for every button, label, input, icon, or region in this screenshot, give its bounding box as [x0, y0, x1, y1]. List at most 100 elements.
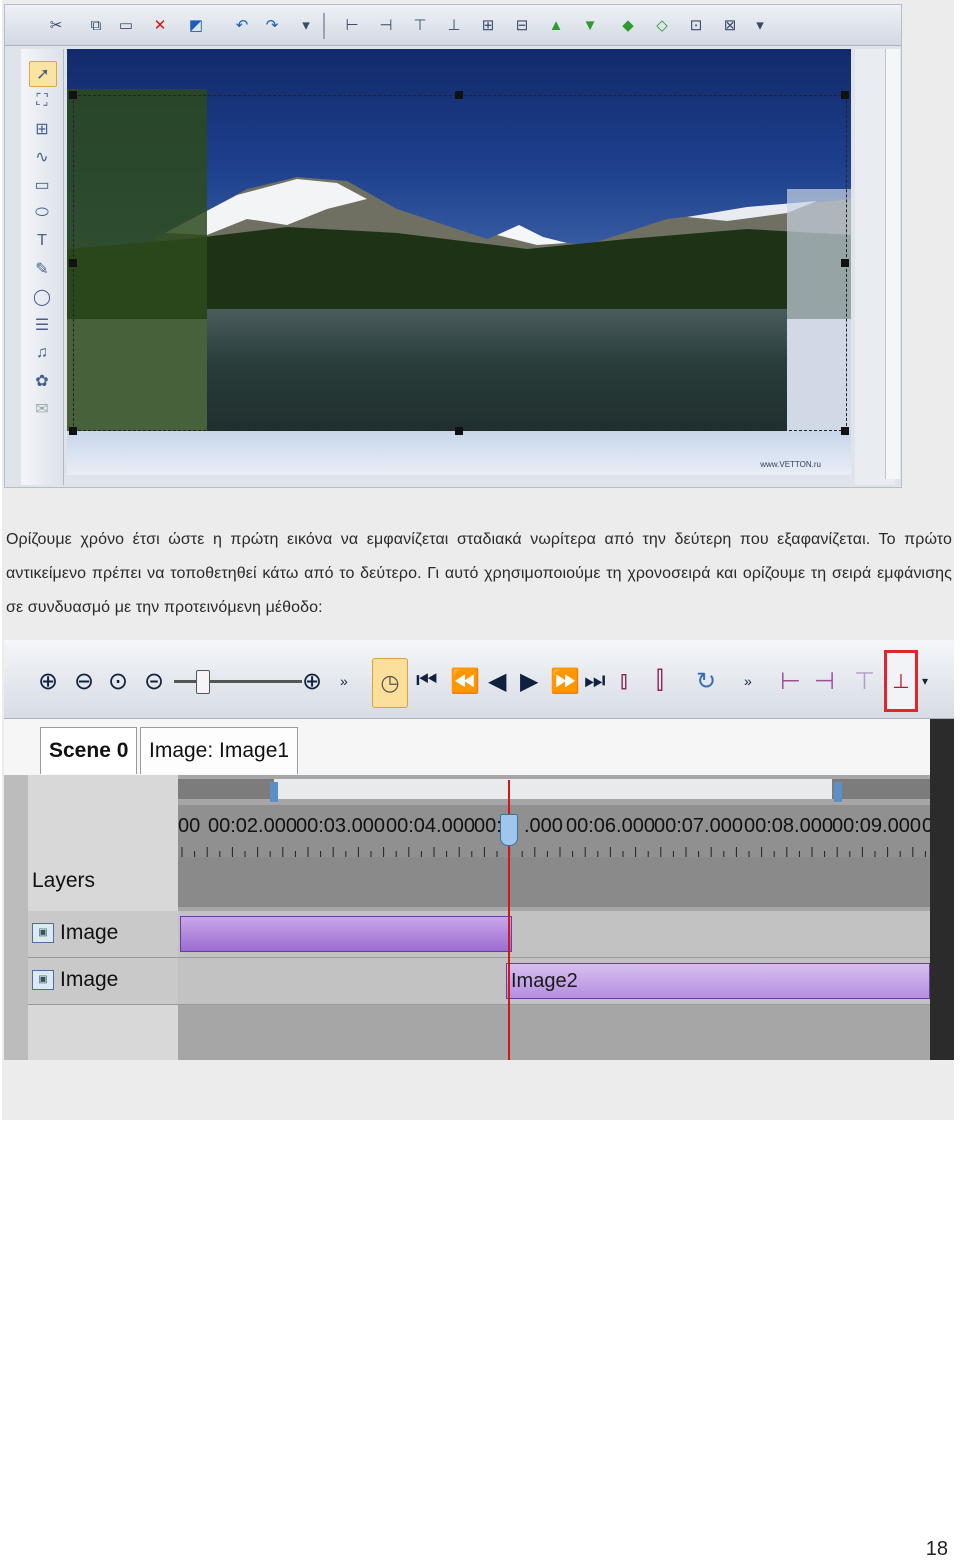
layers-header: Layers	[32, 869, 96, 892]
layer-row-label-1[interactable]: ▣ Image	[28, 911, 178, 958]
loop-icon[interactable]: ↻	[696, 664, 716, 698]
page-number: 18	[925, 1538, 948, 1560]
image-clip-2[interactable]: Image2	[506, 963, 930, 999]
zoom-100-icon[interactable]: ⊙	[108, 664, 128, 698]
range-selection[interactable]	[274, 779, 832, 799]
layer-row-label-2[interactable]: ▣ Image	[28, 958, 178, 1005]
rectangle-icon[interactable]: ▭	[29, 173, 55, 197]
timeline-tabs: Scene 0 Image: Image1	[4, 719, 954, 775]
group-icon[interactable]: ⊡	[685, 15, 707, 35]
distribute-icon[interactable]: ⊞	[477, 15, 499, 35]
clock-icon[interactable]: ◷	[372, 658, 408, 708]
save-icon[interactable]: ◩	[185, 15, 207, 35]
image-clip-1[interactable]	[180, 916, 512, 952]
music-icon[interactable]: ♫	[29, 341, 55, 365]
text-icon[interactable]: T	[29, 229, 55, 253]
fast-forward-icon[interactable]: ⏩	[550, 664, 580, 698]
snow-foreground	[67, 431, 851, 475]
circle-icon[interactable]: ◯	[29, 285, 55, 309]
toolbar-separator	[323, 13, 325, 39]
next-icon[interactable]: ▶	[520, 664, 538, 698]
align-left-icon[interactable]: ⊢	[341, 15, 363, 35]
timeline-screenshot: ⊕ ⊖ ⊙ ⊝ ⊕ » ◷ ⏮ ⏪ ◀ ▶ ⏩ ⏭ ⫾ ⫿ ↻ » ⊢ ⊣ ⊤ …	[4, 640, 954, 1060]
editor-screenshot: ✂ ⧉ ▭ ✕ ◩ ↶ ↷ ▾ ⊢ ⊣ ⊤ ⊥ ⊞ ⊟ ▲ ▼ ◆ ◇ ⊡ ⊠ …	[4, 4, 902, 488]
toolbar-overflow-icon[interactable]: »	[340, 664, 348, 698]
move-up-icon[interactable]: ▲	[545, 15, 567, 35]
playhead-handle[interactable]	[500, 814, 518, 846]
resize-handle[interactable]	[455, 91, 463, 99]
move-down-icon[interactable]: ▼	[579, 15, 601, 35]
move-layer-down-button[interactable]: ⊥	[884, 650, 918, 712]
redo-icon[interactable]: ↷	[261, 15, 283, 35]
split-left-icon[interactable]: ⫾	[620, 664, 628, 698]
align-end-icon[interactable]: ⊣	[814, 664, 835, 698]
editor-tools-panel: ➚ ⛶ ⊞ ∿ ▭ ⬭ T ✎ ◯ ☰ ♫ ✿ ✉	[21, 49, 64, 485]
chat-icon[interactable]: ✉	[29, 397, 55, 421]
rewind-icon[interactable]: ⏪	[450, 664, 480, 698]
undo-icon[interactable]: ↶	[231, 15, 253, 35]
align-right-icon[interactable]: ⊤	[409, 15, 431, 35]
layer-track-1[interactable]	[178, 911, 930, 958]
align-bottom-icon[interactable]: ⊥	[443, 15, 465, 35]
subtitles-icon[interactable]: ☰	[29, 313, 55, 337]
previous-icon[interactable]: ◀	[488, 664, 506, 698]
image-layer-icon: ▣	[32, 923, 54, 943]
tab-image-image1[interactable]: Image: Image1	[140, 727, 299, 774]
go-to-end-icon[interactable]: ⏭	[584, 664, 606, 698]
go-to-start-icon[interactable]: ⏮	[416, 664, 438, 698]
crop-icon[interactable]: ⛶	[29, 89, 55, 113]
body-paragraph: Ορίζουμε χρόνο έτσι ώστε η πρώτη εικόνα …	[6, 531, 952, 616]
resize-handle[interactable]	[841, 91, 849, 99]
ruler-label: 00:09.000	[832, 815, 921, 837]
image-layer-icon: ▣	[32, 970, 54, 990]
range-end-marker[interactable]	[834, 782, 842, 802]
ellipse-icon[interactable]: ⬭	[29, 201, 55, 225]
resize-handle[interactable]	[69, 259, 77, 267]
zoom-in-icon[interactable]: ⊕	[38, 664, 58, 698]
delete-icon[interactable]: ✕	[149, 15, 171, 35]
zoom-minus-icon[interactable]: ⊝	[144, 664, 164, 698]
zoom-slider-thumb[interactable]	[196, 670, 210, 694]
timeline-track-area[interactable]: 00 00:02.000 00:03.000 00:04.000 00: .000 00:0…	[178, 775, 933, 1060]
ruler-label: 00:04.000	[386, 815, 475, 837]
range-start-marker[interactable]	[270, 782, 278, 802]
zoom-out-icon[interactable]: ⊖	[74, 664, 94, 698]
move-layer-up-icon[interactable]: ⊤	[854, 664, 875, 698]
redo-dropdown-icon[interactable]: ▾	[295, 15, 317, 35]
toolbar-overflow-icon[interactable]: ▾	[749, 15, 771, 35]
zoom-plus-icon[interactable]: ⊕	[302, 664, 322, 698]
transform-icon[interactable]: ⊞	[29, 117, 55, 141]
ungroup-icon[interactable]: ⊠	[719, 15, 741, 35]
toolbar-overflow-icon-2[interactable]: »	[744, 664, 752, 698]
paste-icon[interactable]: ▭	[115, 15, 137, 35]
layer-track-2[interactable]: Image2	[178, 958, 930, 1005]
bring-forward-icon[interactable]: ◆	[617, 15, 639, 35]
vertical-scrollbar[interactable]	[885, 49, 900, 479]
selection-box[interactable]	[73, 95, 847, 431]
copy-icon[interactable]: ⧉	[85, 15, 107, 35]
resize-handle[interactable]	[455, 427, 463, 435]
curve-icon[interactable]: ∿	[29, 145, 55, 169]
send-backward-icon[interactable]: ◇	[651, 15, 673, 35]
resize-handle[interactable]	[841, 427, 849, 435]
ruler-label: 00	[178, 815, 201, 837]
zoom-slider-track[interactable]	[174, 680, 302, 683]
ruler-label: 00:03.000	[296, 815, 385, 837]
align-center-icon[interactable]: ⊣	[375, 15, 397, 35]
effects-icon[interactable]: ✿	[29, 369, 55, 393]
pointer-icon[interactable]: ➚	[29, 61, 57, 87]
distribute-vertical-icon[interactable]: ⊟	[511, 15, 533, 35]
tab-scene-0[interactable]: Scene 0	[40, 727, 138, 774]
cut-icon[interactable]: ✂	[45, 15, 67, 35]
toolbar-dropdown-icon[interactable]: ▾	[922, 664, 928, 698]
align-start-icon[interactable]: ⊢	[780, 664, 801, 698]
ruler-label: 00:08.000	[744, 815, 833, 837]
resize-handle[interactable]	[69, 427, 77, 435]
resize-handle[interactable]	[69, 91, 77, 99]
split-right-icon[interactable]: ⫿	[656, 664, 664, 698]
ruler-label: 00:	[474, 815, 502, 837]
highlight-icon[interactable]: ✎	[29, 257, 55, 281]
layer-names-panel: Layers ▣ Image ▣ Image	[28, 775, 178, 1060]
resize-handle[interactable]	[841, 259, 849, 267]
image-watermark: www.VETTON.ru	[760, 460, 821, 469]
